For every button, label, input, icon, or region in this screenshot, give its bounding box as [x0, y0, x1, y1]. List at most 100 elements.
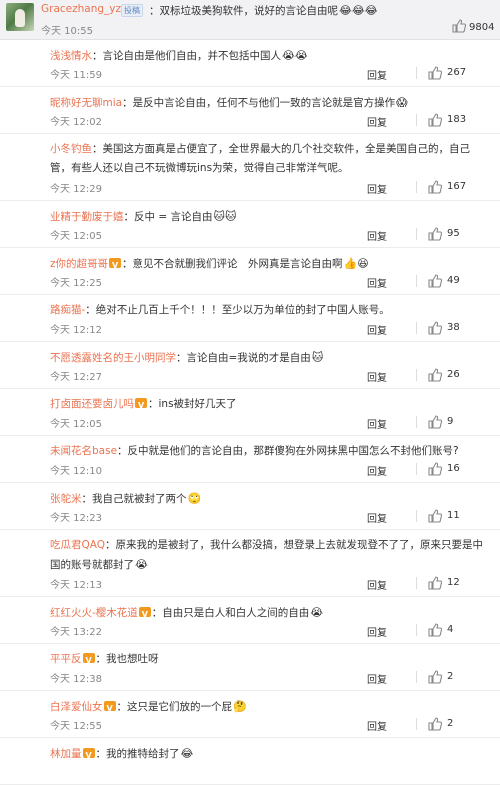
reply-button[interactable]: 回复	[367, 228, 387, 243]
thumbs-up-icon[interactable]	[427, 320, 443, 336]
reply-body: ：绝对不止几百上千个！！！至少以万为单位的封了中国人账号。	[85, 304, 390, 316]
reply-actions: 回复 9	[355, 414, 500, 431]
divider	[416, 114, 417, 126]
reply-button[interactable]: 回复	[367, 275, 387, 290]
avatar[interactable]	[6, 3, 34, 31]
reply-time: 今天 12:02	[50, 117, 102, 128]
like-count: 267	[447, 67, 467, 78]
divider	[416, 463, 417, 475]
thumbs-up-icon[interactable]	[427, 179, 443, 195]
reply-time: 今天 12:38	[50, 674, 102, 685]
thumbs-up-icon[interactable]	[427, 461, 443, 477]
list-item: 张鸵米：我自己就被封了两个🙄 今天 12:23 回复 11	[0, 483, 500, 530]
reply-button[interactable]: 回复	[367, 322, 387, 337]
thumbs-up-icon[interactable]	[427, 716, 443, 732]
like-count: 12	[447, 577, 460, 588]
divider	[416, 624, 417, 636]
reply-username[interactable]: 路痴猫-	[50, 304, 85, 316]
thumbs-up-icon[interactable]	[427, 112, 443, 128]
reply-time: 今天 12:29	[50, 184, 102, 195]
reply-body: ：这只是它们放的一个屁	[116, 701, 233, 713]
reply-time: 今天 12:25	[50, 278, 102, 289]
reply-text: 打卤面还要卤儿吗 ：ins被封好几天了	[50, 395, 480, 415]
reply-time: 今天 12:12	[50, 325, 102, 336]
reply-emoji: 😱	[396, 96, 408, 109]
reply-button[interactable]: 回复	[367, 416, 387, 431]
thumbs-up-icon[interactable]	[427, 273, 443, 289]
thumbs-up-icon[interactable]	[427, 226, 443, 242]
reply-username[interactable]: 未闻花名base	[50, 445, 117, 457]
reply-emoji: 😭	[135, 558, 148, 571]
vip-badge-icon	[138, 605, 151, 624]
list-item: 吃瓜君QAQ：原来我的是被封了，我什么都没搞，想登录上去就发现登不了了，原来只要…	[0, 530, 500, 597]
reply-text-continued: 管，有些人还以自己不玩微博玩ins为荣，觉得自己非常洋气呢。	[50, 159, 480, 178]
reply-username[interactable]: 业精于勤废于嬉	[50, 211, 124, 223]
divider	[416, 718, 417, 730]
reply-username[interactable]: 红红火火-樱木花道	[50, 607, 138, 619]
reply-button[interactable]: 回复	[367, 624, 387, 639]
thumbs-up-icon[interactable]	[427, 508, 443, 524]
divider	[416, 369, 417, 381]
like-count: 2	[447, 718, 454, 729]
vip-badge-icon	[135, 396, 147, 415]
reply-button[interactable]: 回复	[367, 67, 387, 82]
reply-actions: 回复 4	[355, 622, 500, 639]
thumbs-up-icon[interactable]	[427, 622, 443, 638]
like-count: 167	[447, 181, 467, 192]
reply-emoji: 🐱	[311, 351, 324, 364]
reply-text: 小冬钓鱼：美国这方面真是占便宜了，全世界最大的几个社交软件，全是美国自己的，自己	[50, 140, 480, 159]
post-username[interactable]: Gracezhang_yzg	[41, 3, 128, 15]
reply-emoji: 👍😆	[343, 257, 369, 270]
reply-body: ：我的推特给封了	[95, 748, 180, 760]
reply-button[interactable]: 回复	[367, 510, 387, 525]
thumbs-up-icon[interactable]	[427, 669, 443, 685]
reply-button[interactable]: 回复	[367, 671, 387, 686]
reply-username[interactable]: 不愿透露姓名的王小明同学	[50, 352, 176, 364]
reply-body: ：言论自由=我说的才是自由	[176, 352, 311, 364]
reply-username[interactable]: 吃瓜君QAQ	[50, 539, 105, 551]
post-emoji: 😂😂😂	[339, 4, 378, 17]
reply-actions: 回复 16	[355, 461, 500, 478]
reply-text: z你的超哥哥 ：意见不合就删我们评论 外网真是言论自由啊👍😆	[50, 254, 480, 275]
thumbs-up-icon[interactable]	[427, 65, 443, 81]
reply-username[interactable]: 林加量	[50, 748, 82, 760]
reply-button[interactable]: 回复	[367, 577, 387, 592]
divider	[416, 275, 417, 287]
reply-username[interactable]: 白泽爱仙女	[50, 701, 103, 713]
reply-text: 林加量 ：我的推特给封了😂	[50, 744, 480, 765]
vip-badge-icon	[103, 699, 116, 718]
reply-time: 今天 12:55	[50, 721, 102, 732]
reply-time: 今天 12:27	[50, 372, 102, 383]
reply-text: 平平反 ：我也想吐呀	[50, 650, 480, 670]
reply-emoji: 🙄	[187, 492, 202, 505]
thumbs-up-icon[interactable]	[451, 18, 467, 34]
reply-button[interactable]: 回复	[367, 114, 387, 129]
thumbs-up-icon[interactable]	[427, 575, 443, 591]
reply-body: ：原来我的是被封了，我什么都没搞，想登录上去就发现登不了了，原来只要是中	[105, 539, 484, 551]
reply-username[interactable]: 打卤面还要卤儿吗	[50, 398, 134, 410]
list-item: 路痴猫-：绝对不止几百上千个！！！至少以万为单位的封了中国人账号。今天 12:1…	[0, 295, 500, 342]
thumbs-up-icon[interactable]	[427, 414, 443, 430]
like-count: 11	[447, 510, 460, 521]
reply-text: 路痴猫-：绝对不止几百上千个！！！至少以万为单位的封了中国人账号。	[50, 301, 480, 320]
list-item: 小冬钓鱼：美国这方面真是占便宜了，全世界最大的几个社交软件，全是美国自己的，自己…	[0, 134, 500, 201]
like-count: 16	[447, 463, 460, 474]
reply-body: ：我自己就被封了两个	[81, 493, 187, 505]
reply-username[interactable]: 平平反	[50, 653, 82, 665]
reply-button[interactable]: 回复	[367, 181, 387, 196]
reply-body: ：自由只是白人和白人之间的自由	[151, 607, 310, 619]
list-item: z你的超哥哥 ：意见不合就删我们评论 外网真是言论自由啊👍😆 今天 12:25 回复 4…	[0, 248, 500, 295]
thumbs-up-icon[interactable]	[427, 367, 443, 383]
reply-button[interactable]: 回复	[367, 369, 387, 384]
reply-button[interactable]: 回复	[367, 463, 387, 478]
reply-username[interactable]: 小冬钓鱼	[50, 143, 92, 155]
divider	[416, 67, 417, 79]
reply-username[interactable]: 浅浅情水	[50, 50, 92, 62]
reply-username[interactable]: 昵称好无聊mia	[50, 97, 122, 109]
vip-badge-icon	[109, 256, 122, 275]
reply-username[interactable]: 张鸵米	[50, 493, 82, 505]
post-like-count: 9804	[469, 22, 495, 33]
reply-username[interactable]: z你的超哥哥	[50, 258, 108, 270]
reply-button[interactable]: 回复	[367, 718, 387, 733]
divider	[416, 181, 417, 193]
